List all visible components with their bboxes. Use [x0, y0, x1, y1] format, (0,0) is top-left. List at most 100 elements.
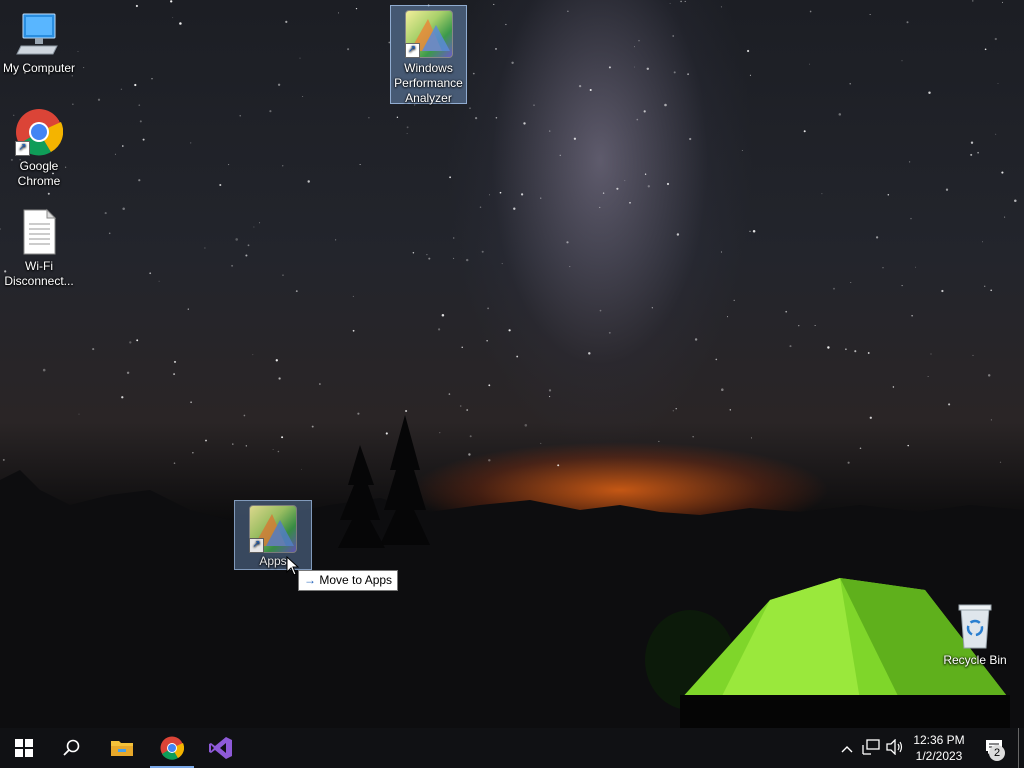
- star: [448, 393, 451, 395]
- star: [252, 354, 254, 356]
- drop-tooltip: → Move to Apps: [298, 570, 399, 591]
- star: [513, 207, 516, 210]
- show-hidden-icons-button[interactable]: [838, 728, 856, 768]
- star: [673, 71, 676, 74]
- star: [505, 23, 507, 26]
- star: [355, 7, 358, 10]
- star: [468, 453, 471, 456]
- star: [187, 308, 189, 310]
- star: [720, 6, 722, 8]
- desktop-icon-google-chrome[interactable]: ↗ Google Chrome: [1, 106, 77, 189]
- star: [850, 281, 852, 283]
- star: [680, 0, 682, 3]
- star: [741, 149, 743, 151]
- star: [92, 348, 95, 351]
- star: [977, 151, 979, 154]
- star: [493, 3, 495, 5]
- star: [524, 424, 528, 427]
- star: [970, 141, 974, 144]
- star: [602, 192, 605, 194]
- performance-analyzer-icon: ↗: [404, 10, 453, 58]
- icon-label: My Computer: [2, 61, 76, 75]
- star: [396, 116, 399, 118]
- star: [469, 107, 471, 109]
- star: [235, 238, 238, 241]
- desktop[interactable]: My Computer ↗ Google Chrome Wi-Fi Discon…: [0, 0, 1024, 728]
- volume-button[interactable]: [884, 728, 906, 768]
- desktop-icon-windows-performance-analyzer[interactable]: ↗ Windows Performance Analyzer: [390, 5, 467, 105]
- star: [282, 274, 284, 276]
- star: [481, 250, 484, 253]
- star: [488, 459, 491, 462]
- start-button[interactable]: [0, 728, 48, 768]
- star: [634, 46, 635, 48]
- icon-label: Recycle Bin: [943, 653, 1007, 667]
- clock[interactable]: 12:36 PM 1/2/2023: [904, 732, 974, 764]
- taskbar-file-explorer[interactable]: [98, 728, 146, 768]
- star: [789, 345, 792, 348]
- star: [928, 91, 931, 94]
- star: [733, 299, 735, 302]
- shortcut-arrow-icon: ↗: [15, 141, 30, 156]
- star: [47, 192, 50, 195]
- star: [134, 83, 137, 87]
- show-desktop-button[interactable]: [1018, 728, 1024, 768]
- star: [814, 325, 816, 326]
- taskbar-google-chrome[interactable]: [148, 728, 196, 768]
- star: [643, 110, 646, 113]
- star: [126, 371, 130, 375]
- star: [869, 416, 872, 419]
- desktop-icon-wifi-disconnect[interactable]: Wi-Fi Disconnect...: [1, 206, 77, 289]
- star: [658, 440, 660, 442]
- star: [573, 137, 577, 140]
- network-status-button[interactable]: [860, 728, 882, 768]
- search-button[interactable]: [48, 728, 96, 768]
- star: [405, 409, 408, 413]
- desktop-icon-my-computer[interactable]: My Computer: [1, 8, 77, 76]
- star: [749, 74, 751, 76]
- star: [629, 201, 631, 204]
- star: [984, 285, 986, 287]
- star: [692, 436, 694, 438]
- computer-icon: [15, 10, 63, 58]
- star: [616, 187, 619, 190]
- star: [599, 309, 602, 312]
- star: [669, 3, 671, 5]
- star: [253, 226, 255, 228]
- star: [523, 122, 526, 125]
- star: [149, 272, 152, 275]
- star: [488, 384, 491, 387]
- desktop-icon-recycle-bin[interactable]: Recycle Bin: [937, 600, 1013, 668]
- star: [578, 84, 582, 88]
- chevron-up-icon: [841, 741, 853, 756]
- star: [907, 444, 909, 447]
- star: [243, 414, 246, 417]
- star: [120, 88, 123, 90]
- star: [359, 164, 361, 165]
- star: [472, 72, 475, 75]
- star: [588, 352, 591, 355]
- star: [997, 82, 999, 85]
- star: [479, 206, 482, 208]
- star: [638, 39, 640, 42]
- star: [228, 164, 230, 166]
- star: [970, 153, 973, 156]
- taskbar-visual-studio[interactable]: [197, 728, 245, 768]
- star: [721, 388, 724, 391]
- star: [941, 289, 944, 293]
- star: [689, 137, 692, 141]
- dragged-icon-ghost[interactable]: ↗ Apps: [234, 500, 312, 570]
- star: [798, 325, 800, 327]
- star: [285, 20, 288, 23]
- icon-label: Windows Performance Analyzer: [394, 61, 463, 105]
- star: [466, 409, 469, 411]
- star: [495, 117, 498, 119]
- star: [231, 264, 234, 267]
- star: [428, 257, 431, 260]
- folder-icon: [111, 741, 133, 756]
- star: [987, 374, 991, 377]
- chrome-icon: [160, 736, 184, 760]
- star: [449, 176, 451, 179]
- star: [608, 66, 611, 69]
- star: [136, 339, 139, 342]
